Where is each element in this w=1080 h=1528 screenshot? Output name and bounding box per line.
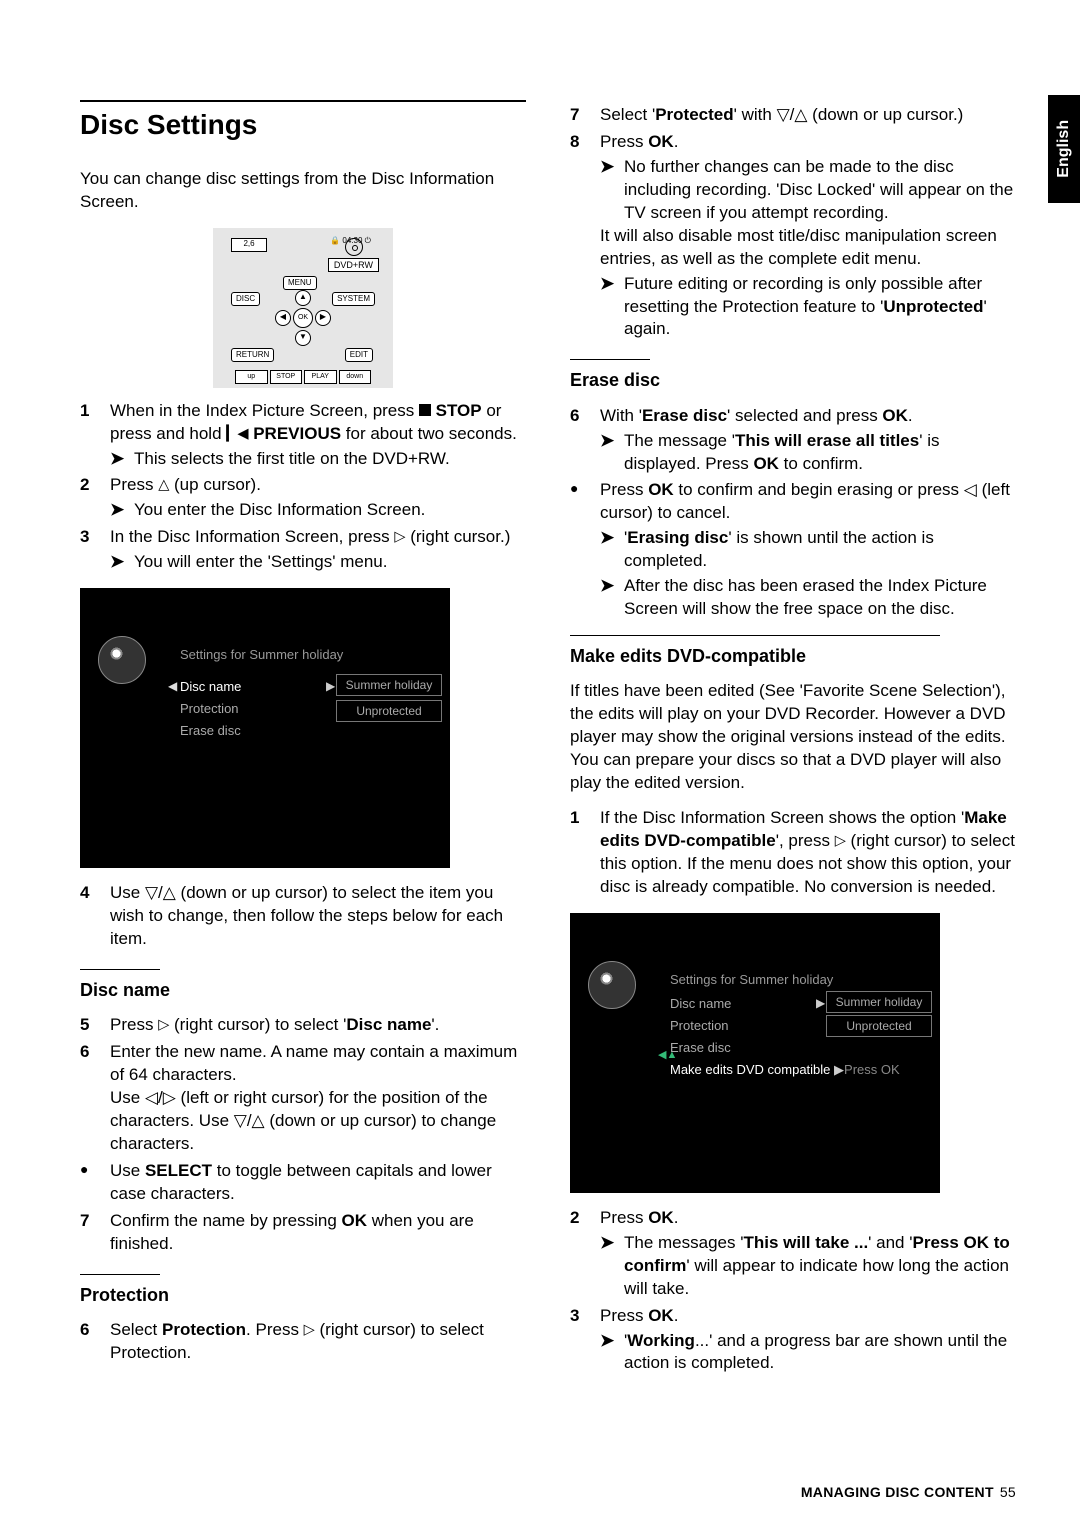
right-cursor-icon: ▷ [158,1016,169,1036]
system-button: SYSTEM [332,292,375,307]
stop-label: STOP [270,370,303,383]
tv2-right-arrow-icon: ▶ [816,995,825,1011]
up-cursor-icon: △ [158,476,169,496]
rule-long [570,635,940,636]
erase-bullet-note-2: After the disc has been erased the Index… [624,575,1016,621]
tv-right-arrow-icon: ▶ [326,678,335,694]
step-1-note: This selects the first title on the DVD+… [134,448,450,471]
remote-bottom-row: up STOP PLAY down [235,370,371,383]
page-footer: MANAGING DISC CONTENT 55 [801,1483,1016,1502]
rule [80,1274,160,1275]
rule [570,359,650,360]
discname-step-5: 5 Press ▷ (right cursor) to select 'Disc… [80,1014,526,1037]
disc-button: DISC [231,292,260,307]
dpad: ▲ ▼ ◀ ▶ OK [275,290,331,346]
tv-item-erase: Erase disc [180,720,241,742]
left-icon: ◀ [275,310,291,326]
left-column: Disc Settings You can change disc settin… [80,100,526,1379]
make-edits-intro: If titles have been edited (See 'Favorit… [570,680,1016,795]
previous-icon: ▎◀ [226,426,248,442]
protection-heading: Protection [80,1283,526,1307]
right-cursor-icon: ▷ [835,832,846,852]
erase-bullet: ● Press OK to confirm and begin erasing … [570,479,1016,621]
make-step-3: 3 Press OK. ➤'Working...' and a progress… [570,1305,1016,1376]
discname-step-7: 7 Confirm the name by pressing OK when y… [80,1210,526,1256]
page-body: Disc Settings You can change disc settin… [0,0,1080,1419]
tv-value-protection: Unprotected [336,700,442,722]
tv2-value-discname: Summer holiday [826,991,932,1013]
make-step-2: 2 Press OK. ➤The messages 'This will tak… [570,1207,1016,1301]
right-icon: ▶ [315,310,331,326]
down-label: down [339,370,372,383]
tv2-item-erase: Erase disc [670,1037,900,1059]
footer-section: MANAGING DISC CONTENT [801,1484,994,1500]
ok-button: OK [293,308,313,328]
edit-button: EDIT [345,348,373,363]
right-column: 7 Select 'Protected' with ▽/△ (down or u… [570,100,1016,1379]
rule [80,969,160,970]
tv-settings-title: Settings for Summer holiday [180,646,343,664]
tv2-item-make: Make edits DVD compatible ▶Press OK [670,1059,900,1081]
step-2: 2 Press △ (up cursor). ➤You enter the Di… [80,474,526,522]
make-edits-heading: Make edits DVD-compatible [570,644,1016,668]
step-2-note: You enter the Disc Information Screen. [134,499,425,522]
step-8-line2: It will also disable most title/disc man… [600,225,1016,271]
make-step-3-note: 'Working...' and a progress bar are show… [624,1330,1016,1376]
step-3: 3 In the Disc Information Screen, press … [80,526,526,574]
disc-icon [345,238,363,256]
discname-bullet: ● Use SELECT to toggle between capitals … [80,1160,526,1206]
tv-screenshot-settings: Settings for Summer holiday ◀ Disc name … [80,588,450,868]
protection-step-6: 6 Select Protection. Press ▷ (right curs… [80,1319,526,1365]
dvdrw-label: DVD+RW [328,258,379,272]
page-title: Disc Settings [80,100,526,144]
erase-disc-heading: Erase disc [570,368,1016,392]
tv-item-protection: Protection [180,698,241,720]
make-step-2-note: The messages 'This will take ...' and 'P… [624,1232,1016,1301]
discname-step-6: 6 Enter the new name. A name may contain… [80,1041,526,1156]
remote-diagram: 2,6 🔒 04:30 ⏻ DVD+RW MENU DISC SYSTEM RE… [213,228,393,388]
remote-lcd: 2,6 [231,238,267,252]
step-4: 4 Use ▽/△ (down or up cursor) to select … [80,882,526,951]
disc-art-icon [98,636,146,684]
step-3-note: You will enter the 'Settings' menu. [134,551,387,574]
tv2-value-protection: Unprotected [826,1015,932,1037]
return-button: RETURN [231,348,274,363]
menu-button: MENU [283,276,317,291]
up-label: up [235,370,268,383]
page-number: 55 [1000,1484,1016,1500]
step-8-note-1: No further changes can be made to the di… [624,156,1016,225]
erase-bullet-note-1: 'Erasing disc' is shown until the action… [624,527,1016,573]
play-label: PLAY [304,370,337,383]
step-1: 1 When in the Index Picture Screen, pres… [80,400,526,471]
erase-note: The message 'This will erase all titles'… [624,430,1016,476]
stop-icon [419,404,431,416]
protection-step-8: 8 Press OK. ➤No further changes can be m… [570,131,1016,341]
erase-step-6: 6 With 'Erase disc' selected and press O… [570,405,1016,476]
up-icon: ▲ [295,290,311,306]
tv-left-arrow-icon: ◀ [168,678,177,694]
language-tab: English [1048,95,1080,203]
make-step-1: 1 If the Disc Information Screen shows t… [570,807,1016,899]
tv-item-discname: Disc name [180,676,241,698]
protection-step-7: 7 Select 'Protected' with ▽/△ (down or u… [570,104,1016,127]
tv-screenshot-compat: Settings for Summer holiday Disc name Pr… [570,913,940,1193]
disc-art-icon [588,961,636,1009]
right-cursor-icon: ▷ [394,528,405,548]
tv2-up-arrow-icon: ◀▲ [658,1048,677,1063]
tv-menu-list: Disc name Protection Erase disc [180,676,241,742]
step-8-note-2: Future editing or recording is only poss… [624,273,1016,342]
intro-text: You can change disc settings from the Di… [80,168,526,214]
disc-name-heading: Disc name [80,978,526,1002]
right-cursor-icon: ▷ [304,1321,315,1341]
tv-value-discname: Summer holiday [336,674,442,696]
down-icon: ▼ [295,330,311,346]
tv2-settings-title: Settings for Summer holiday [670,971,833,989]
